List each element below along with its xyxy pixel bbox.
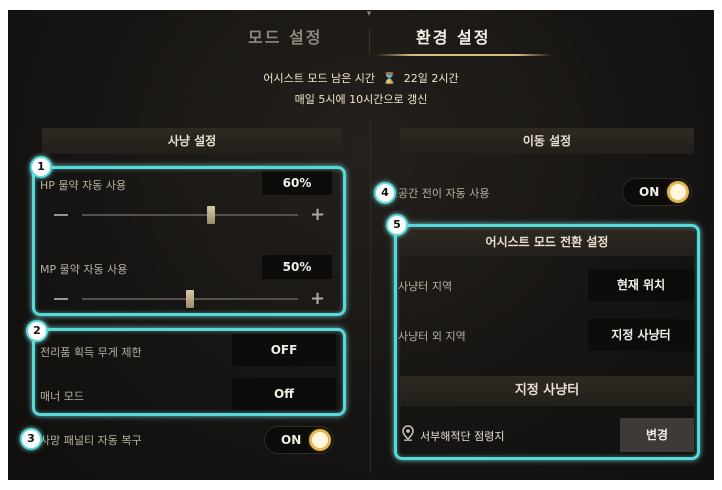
toggle-knob-icon xyxy=(670,184,686,200)
callout-2: 2 xyxy=(26,320,48,342)
assist-remaining-time: 어시스트 모드 남은 시간 ⌛ 22일 2시간 xyxy=(8,70,714,86)
highlight-potion-settings xyxy=(32,166,346,316)
death-penalty-label: 사망 패널티 자동 복구 xyxy=(40,434,142,447)
settings-window: ▾ 모드 설정 환경 설정 어시스트 모드 남은 시간 ⌛ 22일 2시간 매일… xyxy=(8,10,714,480)
death-penalty-toggle[interactable]: ON xyxy=(264,426,334,454)
death-penalty-toggle-text: ON xyxy=(281,433,302,447)
callout-4: 4 xyxy=(374,182,396,204)
highlight-loot-manner xyxy=(32,328,346,416)
callout-1: 1 xyxy=(30,156,52,178)
highlight-assist-switch xyxy=(394,224,700,460)
toggle-knob-icon xyxy=(312,432,328,448)
hunting-settings-header: 사냥 설정 xyxy=(42,128,342,154)
chevron-down-icon: ▾ xyxy=(366,10,372,19)
hourglass-icon: ⌛ xyxy=(382,72,397,85)
assist-remaining-value: 22일 2시간 xyxy=(403,72,459,85)
column-divider xyxy=(370,122,371,474)
active-tab-underline xyxy=(376,54,552,56)
movement-settings-header: 이동 설정 xyxy=(400,128,694,154)
callout-5: 5 xyxy=(386,214,408,236)
teleport-toggle-text: ON xyxy=(639,185,660,199)
assist-refresh-note: 매일 5시에 10시간으로 갱신 xyxy=(294,93,428,106)
callout-3: 3 xyxy=(20,428,42,450)
assist-remaining-label: 어시스트 모드 남은 시간 xyxy=(263,72,376,85)
tab-divider xyxy=(369,28,370,54)
teleport-label: 공간 전이 자동 사용 xyxy=(398,187,490,200)
tab-environment-settings[interactable]: 환경 설정 xyxy=(416,24,490,48)
tab-mode-settings[interactable]: 모드 설정 xyxy=(248,24,322,48)
teleport-toggle[interactable]: ON xyxy=(622,178,692,206)
